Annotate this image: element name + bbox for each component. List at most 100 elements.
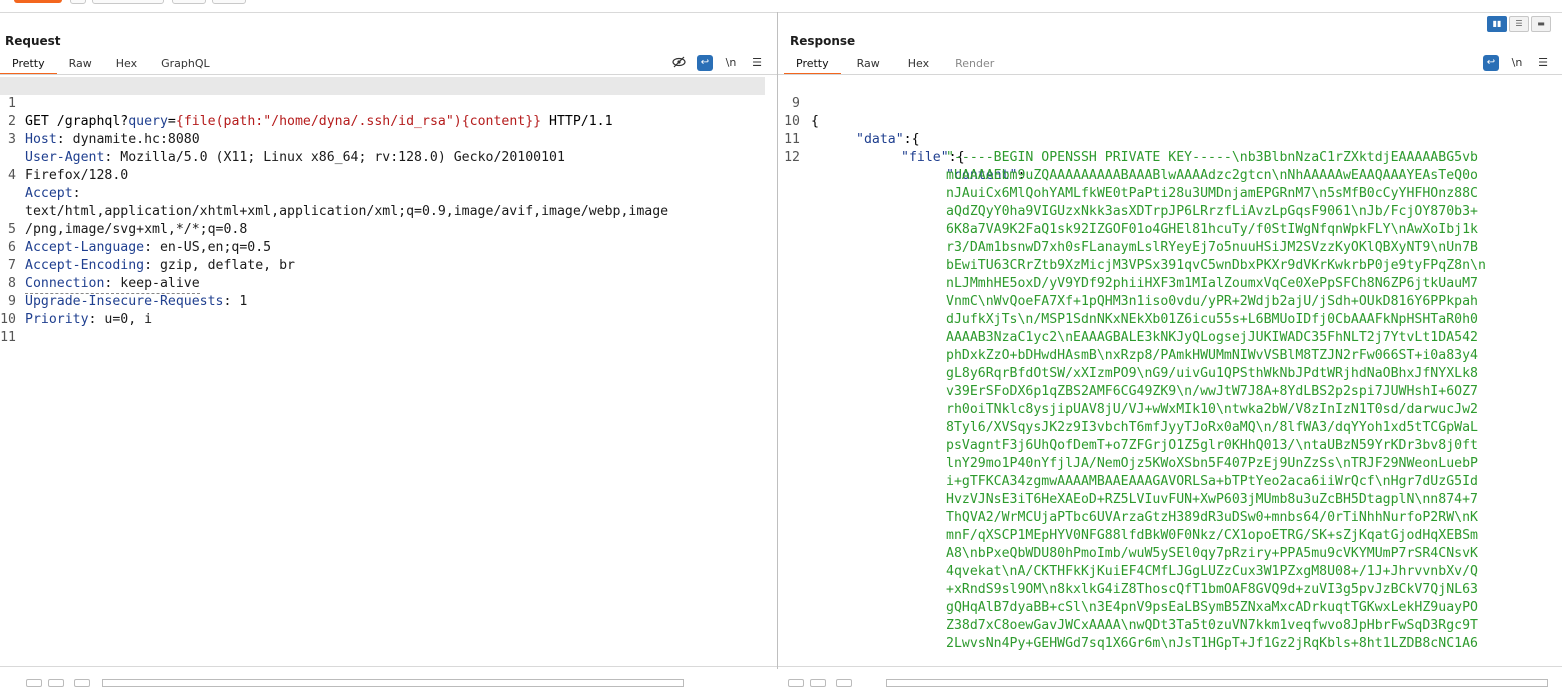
content-string-line: v39ErSFoDX6p1qZBS2AMF6CG49ZK9\n/wwJtW7J8… — [778, 383, 1562, 401]
content-string-line: psVagntF3j6UhQofDemT+o7ZFGrjO1Z5glr0KHhQ… — [778, 437, 1562, 455]
private-key-content: "-----BEGIN OPENSSH PRIVATE KEY-----\nb3… — [778, 149, 1562, 653]
tab-separator — [778, 74, 1562, 75]
request-line: 1 GET /graphql?query={file(path:"/home/d… — [0, 77, 765, 129]
json-string-value: lnY29mo1P40nYfjlJA/NemOjz5KWoXSbn5F407Pz… — [946, 456, 1478, 471]
tab-pretty[interactable]: Pretty — [0, 55, 57, 75]
content-string-line: 6K8a7VA9K2FaQ1sk92IZGOF01o4GHEl81hcuTy/f… — [778, 221, 1562, 239]
request-title: Request — [5, 34, 61, 48]
json-string-value: 4qvekat\nA/CKTHFkKjKuiEF4CMfLJGgLUZzCux3… — [946, 564, 1478, 579]
toolbar-button[interactable] — [70, 0, 86, 4]
header-line-host: 2 Host: dynamite.hc:8080 — [0, 95, 777, 147]
content-string-line: HvzVJNsE3iT6HeXAEoD+RZ5LVIuvFUN+XwP603jM… — [778, 491, 1562, 509]
header-line-accept: 4 Accept: — [0, 149, 777, 201]
content-string-line: r3/DAm1bsnwD7xh0sFLanaymLslRYeyEj7o5nuuH… — [778, 239, 1562, 257]
tab-separator — [0, 74, 777, 75]
content-string-line: i+gTFKCA34zgmwAAAAMBAAEAAAGAVORLSa+bTPtY… — [778, 473, 1562, 491]
content-string-line: nLJMmhHE5oxD/yV9YDf92phiiHXF3m1MIalZoumx… — [778, 275, 1562, 293]
menu-icon[interactable]: ☰ — [1535, 55, 1551, 71]
line-number: 11 — [0, 330, 16, 345]
json-string-value: 8Tyl6/XVSqysJK2z9I3vbchT6mfJyyTJoRx0aMQ\… — [946, 420, 1478, 435]
json-string-value: rh0oiTNklc8ysjipUAV8jU/VJ+wWxMIk10\ntwka… — [946, 402, 1478, 417]
content-string-line: gQHqAlB7dyaBB+cSl\n3E4pnV9psEaLBSymB5ZNx… — [778, 599, 1562, 617]
tab-raw[interactable]: Raw — [57, 55, 104, 73]
json-string-value: +xRndS9sl9OM\n8kxlkG4iZ8ThoscQfT1bmOAF8G… — [946, 582, 1478, 597]
content-string-line: mUAAAAEbm9uZQAAAAAAAAABAAABlwAAAAdzc2gtc… — [778, 167, 1562, 185]
json-string-value: 6K8a7VA9K2FaQ1sk92IZGOF01o4GHEl81hcuTy/f… — [946, 222, 1478, 237]
empty-line: 11 — [0, 311, 777, 345]
top-toolbar-strip — [0, 0, 1562, 13]
forward-icon[interactable] — [836, 679, 852, 687]
toolbar-button[interactable] — [172, 0, 206, 4]
back-icon[interactable] — [810, 679, 826, 687]
response-pane: Response Pretty Raw Hex Render ↩ \n ☰ 9 … — [778, 13, 1562, 687]
content-string-line: "-----BEGIN OPENSSH PRIVATE KEY-----\nb3… — [778, 149, 1562, 167]
content-string-line: 4qvekat\nA/CKTHFkKjKuiEF4CMfLJGgLUZzCux3… — [778, 563, 1562, 581]
empty-line: 10 — [0, 293, 777, 327]
json-line: 10 "data":{ — [778, 95, 1562, 147]
json-string-value: VnmC\nWvQoeFA7Xf+1pQHM3n1iso0vdu/yPR+2Wd… — [946, 294, 1478, 309]
tab-raw[interactable]: Raw — [841, 55, 896, 73]
settings-icon[interactable] — [26, 679, 42, 687]
request-editor[interactable]: 1 GET /graphql?query={file(path:"/home/d… — [0, 77, 777, 345]
json-string-value: AAAAB3NzaC1yc2\nEAAAGBALE3kNKJyQLogsejJU… — [946, 330, 1478, 345]
content-string-line: 8Tyl6/XVSqysJK2z9I3vbchT6mfJyyTJoRx0aMQ\… — [778, 419, 1562, 437]
newline-icon[interactable]: \n — [1509, 55, 1525, 71]
wrap-icon[interactable]: ↩ — [1483, 55, 1499, 71]
json-string-value: gL8y6RqrBfdOtSW/xXIzmPO9\nG9/uivGu1QPSth… — [946, 366, 1478, 381]
header-line-user-agent: 3 User-Agent: Mozilla/5.0 (X11; Linux x8… — [0, 113, 777, 165]
header-line-continuation: text/html,application/xhtml+xml,applicat… — [0, 167, 777, 219]
forward-icon[interactable] — [74, 679, 90, 687]
content-string-line: bEwiTU63CRrZtb9XzMicjM3VPSx391qvC5wnDbxP… — [778, 257, 1562, 275]
toolbar-button[interactable] — [92, 0, 164, 4]
json-string-value: 2LwvsNn4Py+GEHWGd7sq1X6Gr6m\nJsT1HGpT+Jf… — [946, 636, 1478, 651]
send-button[interactable] — [14, 0, 62, 3]
tab-hex[interactable]: Hex — [896, 55, 941, 73]
tab-hex[interactable]: Hex — [104, 55, 149, 73]
toolbar-button[interactable] — [212, 0, 246, 4]
json-string-value: ThQVA2/WrMCUjaPTbc6UVArzaGtzH389dR3uDSw0… — [946, 510, 1478, 525]
content-string-line: A8\nbPxeQbWDU80hPmoImb/wuW5ySEl0qy7pRzir… — [778, 545, 1562, 563]
content-string-line: Z38d7xC8oewGavJWCxAAAA\nwQDt3Ta5t0zuVN7k… — [778, 617, 1562, 635]
settings-icon[interactable] — [788, 679, 804, 687]
json-string-value: gQHqAlB7dyaBB+cSl\n3E4pnV9psEaLBSymB5ZNx… — [946, 600, 1478, 615]
content-string-line: ThQVA2/WrMCUjaPTbc6UVArzaGtzH389dR3uDSw0… — [778, 509, 1562, 527]
eye-off-icon[interactable] — [671, 55, 687, 71]
wrap-icon[interactable]: ↩ — [697, 55, 713, 71]
content-string-line: gL8y6RqrBfdOtSW/xXIzmPO9\nG9/uivGu1QPSth… — [778, 365, 1562, 383]
response-title: Response — [790, 34, 856, 48]
newline-icon[interactable]: \n — [723, 55, 739, 71]
json-string-value: mUAAAAEbm9uZQAAAAAAAAABAAABlwAAAAdzc2gtc… — [946, 168, 1478, 183]
content-string-line: AAAAB3NzaC1yc2\nEAAAGBALE3kNKJyQLogsejJU… — [778, 329, 1562, 347]
json-string-value: nJAuiCx6MlQohYAMLfkWE0tPaPti28u3UMDnjamE… — [946, 186, 1478, 201]
json-line: 12 "content": — [778, 131, 1562, 183]
response-tabs: Pretty Raw Hex Render — [784, 55, 1008, 75]
content-string-line: 2LwvsNn4Py+GEHWGd7sq1X6Gr6m\nJsT1HGpT+Jf… — [778, 635, 1562, 653]
content-string-line: VnmC\nWvQoeFA7Xf+1pQHM3n1iso0vdu/yPR+2Wd… — [778, 293, 1562, 311]
request-pane: Request Pretty Raw Hex GraphQL ↩ \n ☰ 1 … — [0, 13, 777, 687]
json-string-value: phDxkZzO+bDHwdHAsmB\nxRzp8/PAmkHWUMmNIWv… — [946, 348, 1478, 363]
tab-pretty[interactable]: Pretty — [784, 55, 841, 75]
json-string-value: Z38d7xC8oewGavJWCxAAAA\nwQDt3Ta5t0zuVN7k… — [946, 618, 1478, 633]
search-input[interactable] — [102, 679, 684, 687]
content-string-line: mnF/qXSCP1MEpHYV0NFG88lfdBkW0F0Nkz/CX1op… — [778, 527, 1562, 545]
content-string-line: lnY29mo1P40nYfjlJA/NemOjz5KWoXSbn5F407Pz… — [778, 455, 1562, 473]
back-icon[interactable] — [48, 679, 64, 687]
content-string-line: aQdZQyY0ha9VIGUzxNkk3asXDTrpJP6LRrzfLiAv… — [778, 203, 1562, 221]
tab-render[interactable]: Render — [941, 55, 1008, 73]
tab-graphql[interactable]: GraphQL — [149, 55, 222, 73]
search-input[interactable] — [886, 679, 1548, 687]
content-string-line: rh0oiTNklc8ysjipUAV8jU/VJ+wWxMIk10\ntwka… — [778, 401, 1562, 419]
json-line: 11 "file":{ — [778, 113, 1562, 165]
request-tabs: Pretty Raw Hex GraphQL — [0, 55, 222, 75]
content-string-line: +xRndS9sl9OM\n8kxlkG4iZ8ThoscQfT1bmOAF8G… — [778, 581, 1562, 599]
header-line-continuation: /png,image/svg+xml,*/*;q=0.8 — [0, 185, 777, 237]
json-string-value: v39ErSFoDX6p1qZBS2AMF6CG49ZK9\n/wwJtW7J8… — [946, 384, 1478, 399]
json-string-value: "-----BEGIN OPENSSH PRIVATE KEY-----\nb3… — [946, 150, 1478, 165]
header-line-continuation: Firefox/128.0 — [0, 131, 777, 183]
header-line-upgrade: 8 Upgrade-Insecure-Requests: 1 — [0, 257, 777, 309]
json-string-value: i+gTFKCA34zgmwAAAAMBAAEAAAGAVORLSa+bTPtY… — [946, 474, 1478, 489]
json-string-value: A8\nbPxeQbWDU80hPmoImb/wuW5ySEl0qy7pRzir… — [946, 546, 1478, 561]
menu-icon[interactable]: ☰ — [749, 55, 765, 71]
json-line: 9 { — [778, 77, 1562, 129]
response-editor[interactable]: 9 { 10 "data":{ 11 "file":{ 12 "content"… — [778, 77, 1562, 653]
